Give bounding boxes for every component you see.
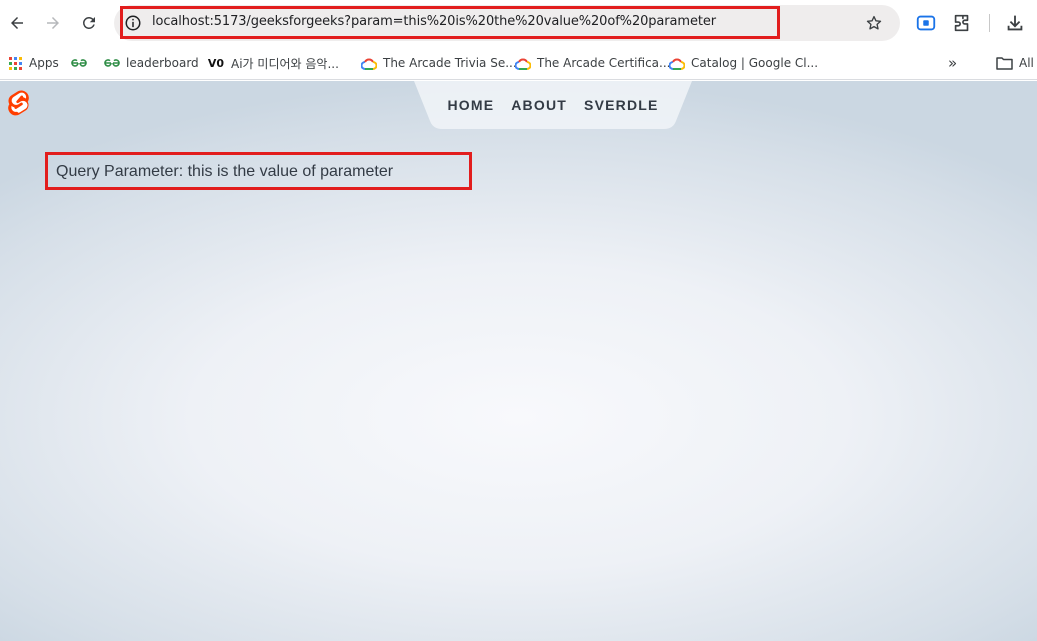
bookmark-label: leaderboard [126,56,199,70]
reload-icon [82,16,95,29]
bookmark-gfg[interactable] [71,52,87,74]
bookmark-leaderboard[interactable]: leaderboard [104,52,199,74]
back-arrow-icon [11,17,23,29]
bookmark-label: The Arcade Certifica... [537,56,671,70]
bookmark-label: The Arcade Trivia Se... [383,56,517,70]
bookmark-label: Ai가 미디어와 음악... [231,56,339,71]
gfg-icon [104,55,120,71]
nav-about-link[interactable]: ABOUT [511,97,567,113]
browser-toolbar: localhost:5173/geeksforgeeks?param=this%… [0,0,1037,46]
bookmark-ai-media[interactable]: V0 Ai가 미디어와 음악... [207,52,339,74]
url-text[interactable]: localhost:5173/geeksforgeeks?param=this%… [152,14,716,29]
chevron-double-right-icon: » [948,54,958,72]
nav-home-link[interactable]: HOME [447,97,494,113]
bookmark-arcade-trivia[interactable]: The Arcade Trivia Se... [361,52,517,74]
info-icon[interactable] [124,14,142,32]
extensions-icon[interactable] [951,12,973,34]
bookmarks-overflow-button[interactable]: » [948,52,957,74]
svelte-logo[interactable] [7,90,31,119]
star-icon[interactable] [865,14,883,32]
nav-sverdle-link[interactable]: SVERDLE [584,97,659,113]
bookmarks-bar: Apps leaderboard V0 Ai가 미디어와 음악... The A… [0,46,1037,80]
vo-icon: V0 [207,56,225,70]
address-bar[interactable]: localhost:5173/geeksforgeeks?param=this%… [114,5,900,41]
page-viewport: HOME ABOUT SVERDLE Query Parameter: this… [0,81,1037,641]
folder-icon [996,57,1013,70]
bookmark-arcade-certification[interactable]: The Arcade Certifica... [515,52,670,74]
bookmark-label: Catalog | Google Cl... [691,56,819,70]
all-bookmarks-button[interactable]: All [996,52,1034,74]
forward-arrow-icon [47,17,59,29]
apps-grid-icon [7,55,23,71]
forward-button[interactable] [39,9,67,37]
screen-capture-icon[interactable] [915,12,937,34]
download-icon[interactable] [1004,12,1026,34]
site-nav: HOME ABOUT SVERDLE [414,81,692,129]
reload-button[interactable] [75,9,103,37]
gfg-icon [71,55,87,71]
bookmark-catalog[interactable]: Catalog | Google Cl... [669,52,818,74]
bookmark-apps[interactable]: Apps [7,52,59,74]
bookmark-label: Apps [29,56,59,70]
back-button[interactable] [3,9,31,37]
all-bookmarks-label: All [1019,56,1034,70]
google-cloud-icon [515,55,531,71]
google-cloud-icon [361,55,377,71]
google-cloud-icon [669,55,685,71]
query-parameter-text: Query Parameter: this is the value of pa… [56,163,394,180]
toolbar-separator [989,14,990,32]
